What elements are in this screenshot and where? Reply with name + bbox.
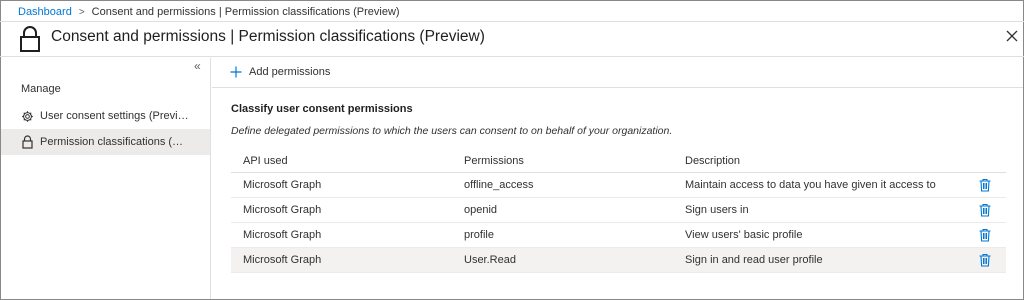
toolbar: Add permissions bbox=[212, 58, 1023, 88]
section-title: Classify user consent permissions bbox=[231, 103, 413, 115]
cell-description: Sign in and read user profile bbox=[685, 254, 823, 266]
section-description: Define delegated permissions to which th… bbox=[231, 125, 673, 137]
cell-api: Microsoft Graph bbox=[243, 204, 322, 216]
add-permissions-button[interactable]: Add permissions bbox=[230, 66, 330, 78]
lock-icon bbox=[20, 135, 34, 149]
page-title: Consent and permissions | Permission cla… bbox=[51, 28, 485, 45]
table-row[interactable]: Microsoft Graph openid Sign users in bbox=[231, 198, 1006, 223]
cell-description: Sign users in bbox=[685, 204, 749, 216]
trash-icon[interactable] bbox=[978, 178, 992, 192]
table-row[interactable]: Microsoft Graph offline_access Maintain … bbox=[231, 173, 1006, 198]
plus-icon bbox=[230, 66, 242, 78]
gear-icon bbox=[20, 109, 34, 123]
cell-api: Microsoft Graph bbox=[243, 229, 322, 241]
trash-icon[interactable] bbox=[978, 253, 992, 267]
cell-description: View users' basic profile bbox=[685, 229, 803, 241]
cell-permission: openid bbox=[464, 204, 498, 216]
cell-api: Microsoft Graph bbox=[243, 254, 322, 266]
column-header-permissions: Permissions bbox=[464, 154, 524, 167]
permissions-table: API used Permissions Description Microso… bbox=[231, 149, 1006, 273]
chevron-right-icon: > bbox=[78, 6, 85, 18]
sidebar-section-manage: Manage bbox=[21, 83, 61, 95]
trash-icon[interactable] bbox=[978, 228, 992, 242]
page-header: Consent and permissions | Permission cla… bbox=[0, 21, 1024, 57]
cell-permission: profile bbox=[464, 229, 494, 241]
column-header-description: Description bbox=[685, 154, 741, 167]
cell-api: Microsoft Graph bbox=[243, 179, 322, 191]
breadcrumb-current: Consent and permissions | Permission cla… bbox=[91, 6, 400, 18]
breadcrumb-dashboard-link[interactable]: Dashboard bbox=[18, 6, 72, 18]
collapse-sidebar-icon[interactable]: « bbox=[194, 59, 201, 73]
table-header: API used Permissions Description bbox=[231, 149, 1006, 173]
sidebar-item-label: User consent settings (Preview) bbox=[40, 110, 190, 122]
breadcrumb: Dashboard > Consent and permissions | Pe… bbox=[18, 5, 400, 19]
cell-description: Maintain access to data you have given i… bbox=[685, 179, 936, 191]
column-header-api: API used bbox=[243, 154, 288, 167]
add-permissions-label: Add permissions bbox=[249, 66, 331, 78]
cell-permission: User.Read bbox=[464, 254, 516, 266]
table-row[interactable]: Microsoft Graph profile View users' basi… bbox=[231, 223, 1006, 248]
sidebar-item-user-consent-settings[interactable]: User consent settings (Preview) bbox=[1, 103, 210, 129]
trash-icon[interactable] bbox=[978, 203, 992, 217]
sidebar-item-label: Permission classifications (Previ... bbox=[40, 136, 190, 148]
sidebar-item-permission-classifications[interactable]: Permission classifications (Previ... bbox=[1, 129, 210, 155]
table-row[interactable]: Microsoft Graph User.Read Sign in and re… bbox=[231, 248, 1006, 273]
cell-permission: offline_access bbox=[464, 179, 534, 191]
lock-icon bbox=[20, 26, 40, 52]
sidebar: « Manage User consent settings (Preview)… bbox=[0, 58, 211, 299]
close-icon[interactable] bbox=[1004, 28, 1020, 44]
